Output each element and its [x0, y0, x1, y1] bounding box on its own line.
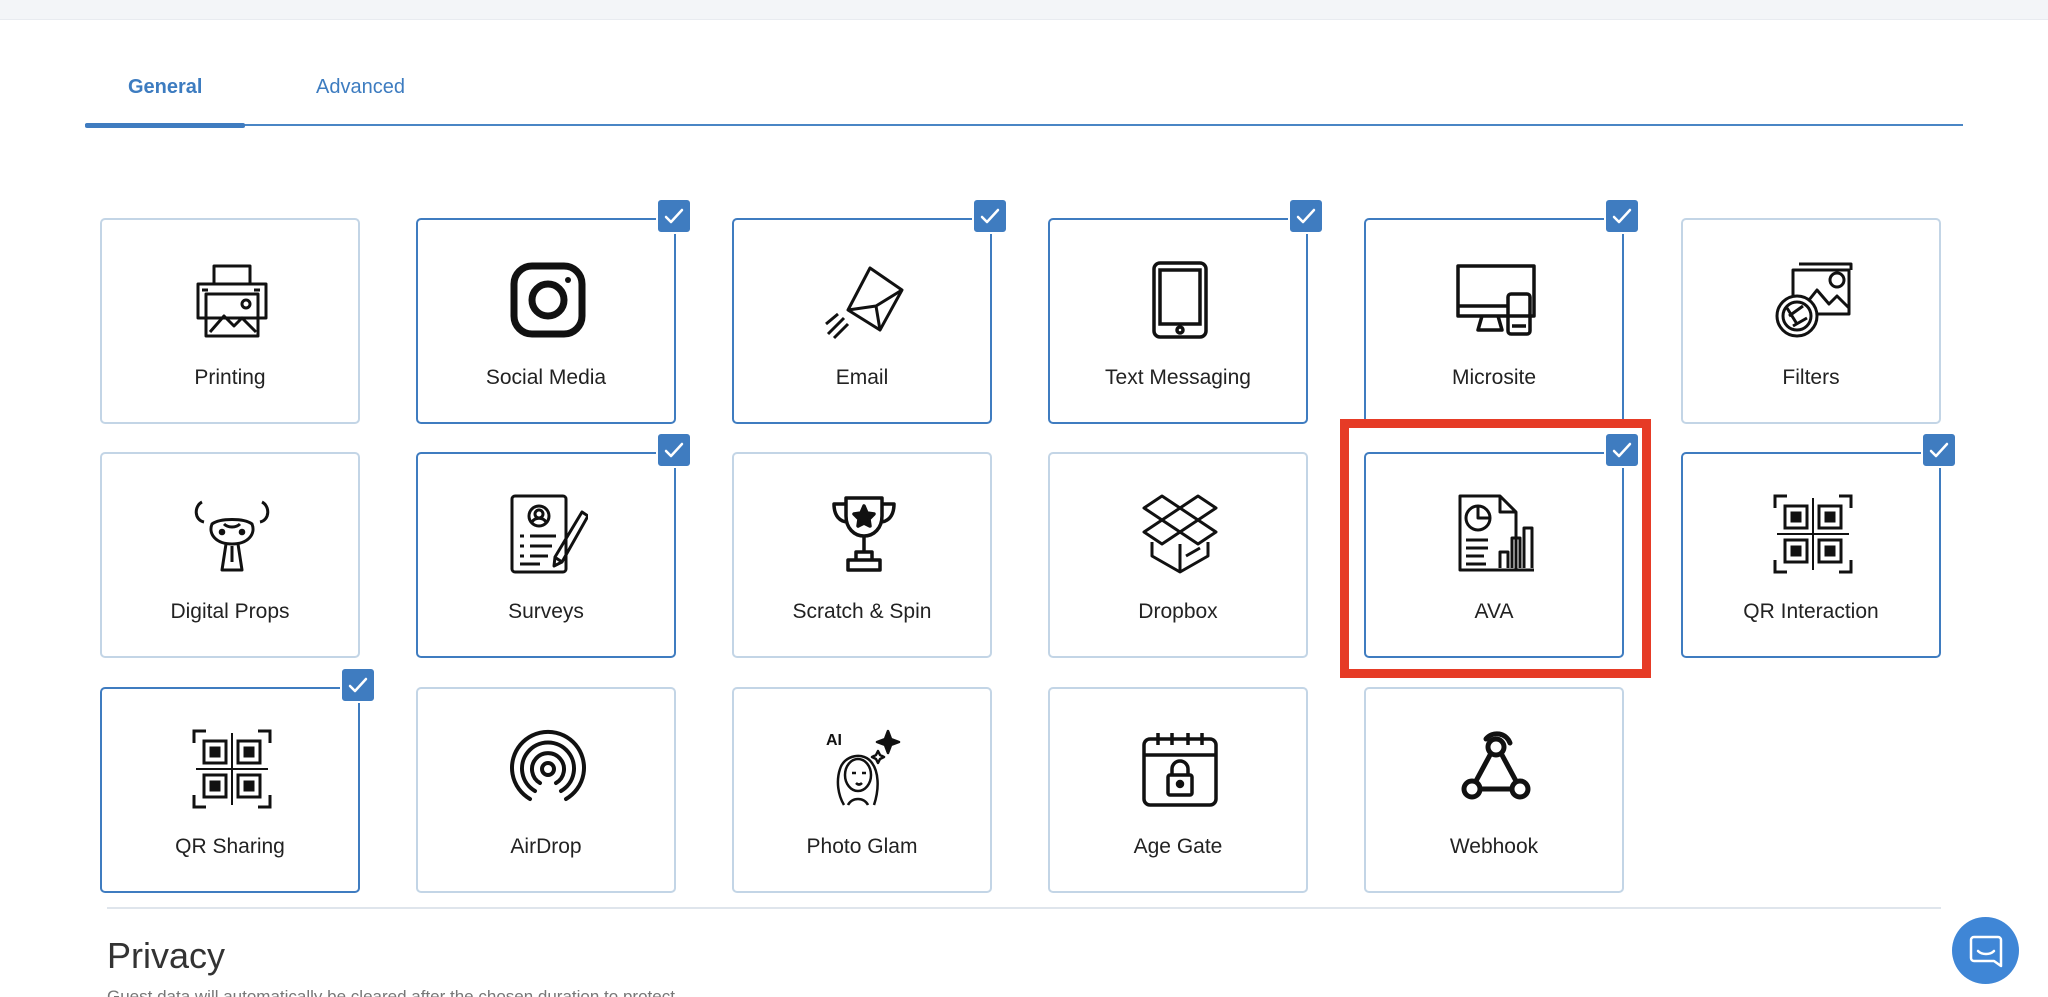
printer-icon [192, 260, 272, 340]
feature-label: Scratch & Spin [792, 600, 932, 623]
feature-tile-photo-glam[interactable]: AI Photo Glam [732, 687, 992, 893]
chat-icon [1969, 935, 2003, 968]
tab-advanced[interactable]: Advanced [316, 76, 405, 99]
checkmark-icon [1921, 432, 1957, 468]
feature-label: QR Interaction [1743, 600, 1879, 623]
feature-label: Surveys [508, 600, 584, 623]
checkmark-icon [1604, 198, 1640, 234]
feature-label: Photo Glam [806, 835, 918, 858]
tablet-icon [1140, 260, 1220, 340]
ai-portrait-icon: AI [824, 729, 904, 809]
feature-label: Microsite [1451, 366, 1536, 389]
calendar-lock-icon [1140, 729, 1220, 809]
feature-tile-webhook[interactable]: Webhook [1364, 687, 1624, 893]
chat-support-button[interactable] [1952, 917, 2019, 984]
feature-label: Filters [1782, 366, 1840, 389]
tab-general[interactable]: General [128, 76, 202, 99]
feature-tile-digital-props[interactable]: Digital Props [100, 452, 360, 658]
survey-form-icon [508, 494, 590, 574]
feature-tile-filters[interactable]: Filters [1681, 218, 1941, 424]
feature-tile-qr-sharing[interactable]: QR Sharing [100, 667, 376, 893]
tab-bar: General Advanced [85, 60, 1963, 128]
top-bar [0, 0, 2048, 20]
feature-label: Digital Props [170, 600, 290, 623]
feature-label: Social Media [485, 366, 607, 389]
feature-tile-qr-interaction[interactable]: QR Interaction [1681, 432, 1957, 658]
checkmark-icon [656, 432, 692, 468]
svg-text:AI: AI [826, 732, 842, 749]
feature-tile-surveys[interactable]: Surveys [416, 432, 692, 658]
feature-label: AVA [1474, 600, 1514, 623]
feature-label: Email [835, 366, 889, 389]
section-divider [107, 907, 1941, 909]
envelope-icon [824, 260, 904, 340]
trophy-icon [824, 494, 904, 574]
checkmark-icon [656, 198, 692, 234]
feature-label: QR Sharing [175, 835, 285, 858]
feature-tile-email[interactable]: Email [732, 198, 1008, 424]
feature-tile-printing[interactable]: Printing [100, 218, 360, 424]
checkmark-icon [340, 667, 376, 703]
dog-mask-icon [192, 494, 272, 574]
dropbox-icon [1140, 494, 1220, 574]
feature-tile-social-media[interactable]: Social Media [416, 198, 692, 424]
feature-tile-text-messaging[interactable]: Text Messaging [1048, 198, 1324, 424]
privacy-heading: Privacy [107, 935, 226, 976]
privacy-description: Guest data will automatically be cleared… [107, 987, 675, 997]
airdrop-icon [508, 729, 588, 809]
qr-code-icon [192, 729, 272, 809]
feature-tile-dropbox[interactable]: Dropbox [1048, 452, 1308, 658]
feature-tile-age-gate[interactable]: Age Gate [1048, 687, 1308, 893]
image-filter-icon [1773, 260, 1853, 340]
analytics-report-icon [1456, 494, 1536, 574]
feature-tile-microsite[interactable]: Microsite [1364, 198, 1640, 424]
checkmark-icon [972, 198, 1008, 234]
feature-tile-airdrop[interactable]: AirDrop [416, 687, 676, 893]
checkmark-icon [1604, 432, 1640, 468]
feature-tile-scratch-spin[interactable]: Scratch & Spin [732, 452, 992, 658]
monitor-icon [1456, 260, 1536, 340]
feature-tile-ava[interactable]: AVA [1364, 432, 1640, 658]
feature-label: Printing [194, 366, 266, 389]
feature-label: AirDrop [510, 835, 582, 858]
feature-label: Dropbox [1138, 600, 1218, 623]
qr-code-icon [1773, 494, 1853, 574]
instagram-icon [508, 260, 588, 340]
feature-label: Webhook [1449, 835, 1539, 858]
checkmark-icon [1288, 198, 1324, 234]
webhook-icon [1456, 729, 1536, 809]
feature-label: Text Messaging [1105, 366, 1251, 389]
feature-label: Age Gate [1133, 835, 1223, 858]
active-tab-indicator [85, 123, 245, 128]
